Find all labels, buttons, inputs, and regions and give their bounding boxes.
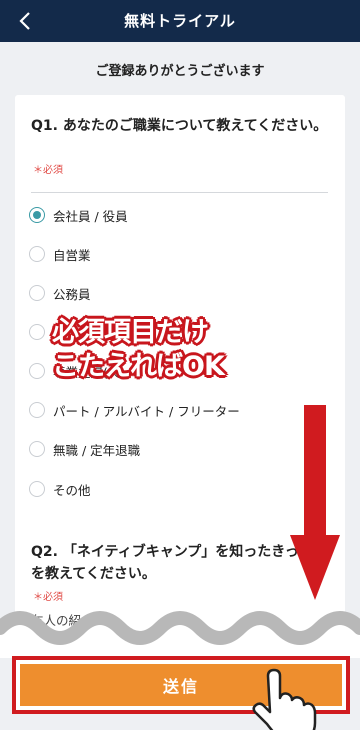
option-label: 会社員 / 役員 <box>53 208 128 224</box>
divider <box>31 192 328 193</box>
option-label: 公務員 <box>53 286 91 302</box>
required-label: ＊必須 <box>33 165 63 176</box>
option-self-employed[interactable]: 自営業 <box>29 242 91 266</box>
thanks-message: ご登録ありがとうございます <box>95 64 265 79</box>
option-other[interactable]: その他 <box>29 477 91 501</box>
radio[interactable] <box>29 402 45 418</box>
wave-divider <box>0 611 360 658</box>
radio[interactable] <box>29 285 45 301</box>
page-title: 無料トライアル <box>124 12 236 30</box>
option-part-time[interactable]: パート / アルバイト / フリーター <box>29 398 240 422</box>
question-2-title: Q2. 「ネイティブキャンプ」を知ったきっかけを教えてください。 <box>31 544 327 582</box>
radio[interactable] <box>29 363 45 379</box>
option-label: 自営業 <box>53 247 91 263</box>
radio-checked[interactable] <box>29 207 45 223</box>
option-civil-servant[interactable]: 公務員 <box>29 281 91 305</box>
radio[interactable] <box>29 481 45 497</box>
pointing-hand-icon <box>252 668 317 730</box>
option-unemployed[interactable]: 無職 / 定年退職 <box>29 437 140 461</box>
radio[interactable] <box>29 441 45 457</box>
overlay-line-2: こたえればOK <box>52 351 225 382</box>
app-header: 無料トライアル <box>0 0 360 42</box>
radio[interactable] <box>29 246 45 262</box>
question-1-title: Q1. あなたのご職業について教えてください。 <box>31 118 328 134</box>
option-label: 無職 / 定年退職 <box>53 442 141 458</box>
option-label: パート / アルバイト / フリーター <box>53 403 240 419</box>
down-arrow-icon <box>290 405 340 600</box>
option-company-employee[interactable]: 会社員 / 役員 <box>29 203 128 227</box>
radio[interactable] <box>29 324 45 340</box>
option-label: その他 <box>53 482 91 498</box>
